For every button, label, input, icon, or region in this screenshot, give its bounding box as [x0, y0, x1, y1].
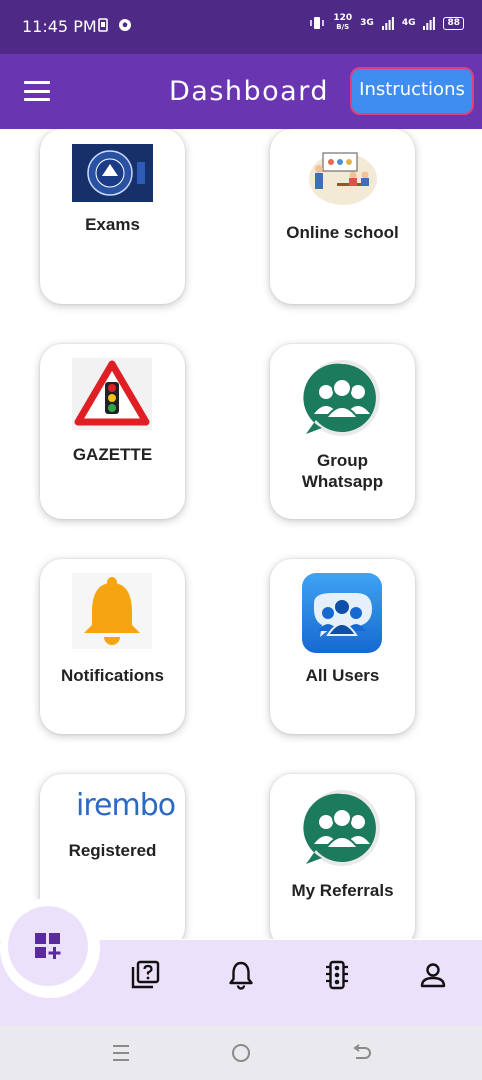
card-label: Registered — [68, 841, 157, 860]
card-online-school[interactable]: Online school — [270, 129, 415, 304]
card-label: Exams — [85, 215, 140, 234]
status-notification-icons — [98, 18, 132, 32]
dashboard-add-button[interactable] — [8, 906, 88, 986]
card-my-referrals[interactable]: My Referrals — [270, 774, 415, 939]
traffic-light-warning-sign — [72, 358, 152, 430]
card-label: Group Whatsapp — [301, 451, 384, 491]
card-group-whatsapp[interactable]: Group Whatsapp — [270, 344, 415, 519]
card-gazette[interactable]: GAZETTE — [40, 344, 185, 519]
card-label: Notifications — [61, 666, 164, 685]
vibrate-icon — [310, 17, 325, 29]
battery-icon: 88 — [443, 16, 464, 30]
app-bar: Dashboard Instructions — [0, 54, 482, 129]
card-exams[interactable]: Exams — [40, 129, 185, 304]
bell-icon — [72, 573, 152, 649]
signal-icon-2 — [423, 17, 436, 30]
irembo-logo: irembo — [76, 788, 176, 823]
quiz-icon[interactable] — [130, 960, 160, 990]
back-icon[interactable] — [349, 1040, 375, 1066]
card-all-users[interactable]: All Users — [270, 559, 415, 734]
classroom-illustration — [309, 152, 377, 205]
network-speed: 120 B/S — [333, 13, 353, 32]
traffic-light-icon[interactable] — [322, 960, 352, 990]
bell-icon[interactable] — [226, 960, 256, 990]
network-type-1: 3G — [360, 18, 374, 28]
sim-icon — [98, 18, 108, 32]
dashboard-add-icon — [35, 933, 61, 959]
card-label: Online school — [286, 223, 399, 242]
exam-logo-image — [72, 144, 153, 202]
recent-apps-icon[interactable] — [108, 1040, 134, 1066]
status-system-icons: 120 B/S 3G 4G 88 — [309, 14, 464, 32]
card-label: My Referrals — [291, 881, 394, 900]
group-users-chat-icon — [303, 790, 380, 866]
dashboard-grid: Exams Online school GAZETTE Group Whatsa… — [0, 129, 482, 939]
status-bar: 11:45 PM 120 B/S 3G 4G 88 — [0, 0, 482, 54]
home-icon[interactable] — [228, 1040, 254, 1066]
card-notifications[interactable]: Notifications — [40, 559, 185, 734]
status-time: 11:45 PM — [22, 17, 97, 36]
card-label: All Users — [305, 666, 380, 685]
signal-icon-1 — [381, 17, 394, 30]
group-users-chat-icon — [303, 360, 380, 436]
system-nav-bar — [0, 1026, 482, 1080]
hamburger-menu-icon[interactable] — [24, 81, 50, 101]
card-label: GAZETTE — [72, 445, 153, 464]
instructions-button[interactable]: Instructions — [350, 67, 474, 115]
network-type-2: 4G — [401, 18, 416, 28]
page-title: Dashboard — [169, 76, 329, 107]
profile-icon[interactable] — [418, 960, 448, 990]
battery-level: 88 — [447, 17, 460, 28]
users-chat-icon — [302, 573, 382, 653]
soccer-ball-icon — [119, 19, 131, 31]
